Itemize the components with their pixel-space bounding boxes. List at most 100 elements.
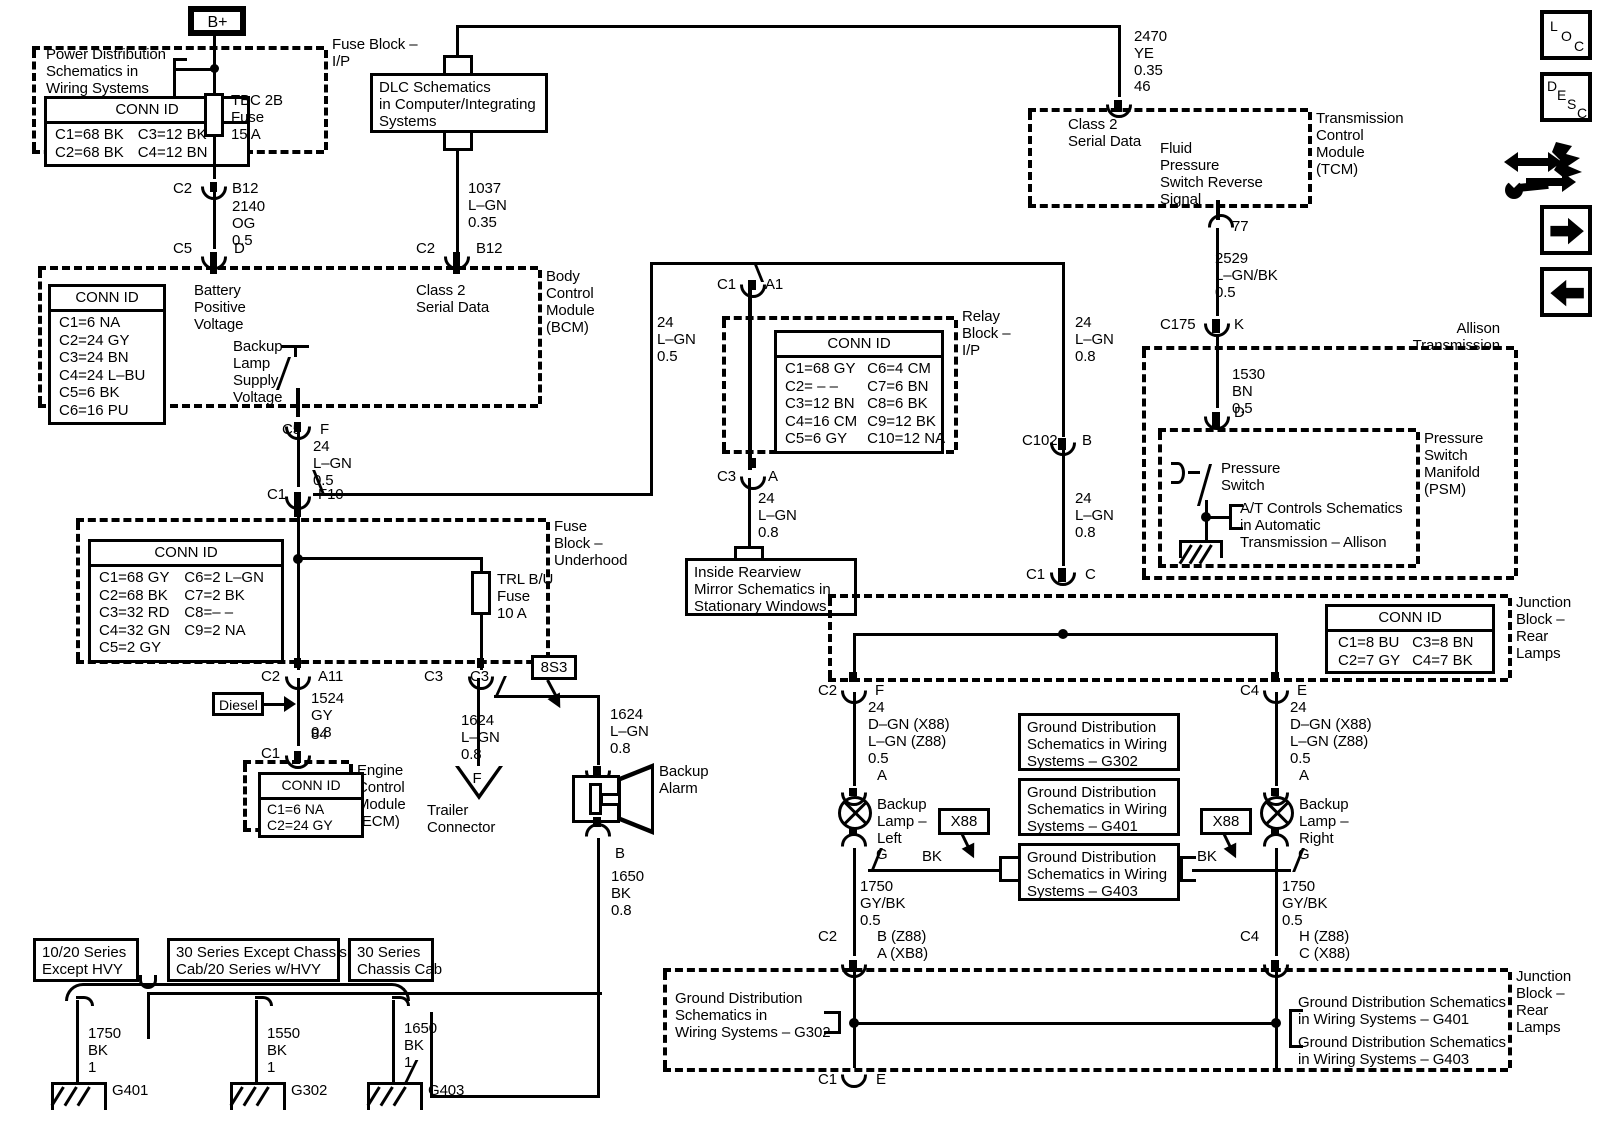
trailer-pin-label: F	[472, 770, 482, 787]
bk-right-bracket-t	[1180, 856, 1196, 859]
connector-c175-stub	[1212, 319, 1220, 333]
jb-bot-label: Junction Block – Rear Lamps	[1516, 968, 1572, 1036]
connector-c2-bcm-label: C2	[416, 240, 435, 257]
power-distribution-ref[interactable]: Power Distribution Schematics in Wiring …	[46, 46, 166, 97]
desc-letter-e: E	[1557, 87, 1567, 103]
connector-lamp-right-top-stub	[1271, 788, 1279, 796]
conn-id-col-right: C3=8 BN C4=7 BK	[1412, 634, 1474, 669]
pressure-switch-dash	[1188, 471, 1200, 474]
dlc-schematics-ref[interactable]: DLC Schematics in Computer/Integrating S…	[370, 73, 548, 133]
wire-1524	[297, 678, 300, 746]
wire-dlc-top-run	[456, 25, 1121, 28]
backup-lamp-right	[1260, 796, 1294, 830]
ground-g401-symbol	[50, 1082, 107, 1112]
loc-letter-c: C	[1574, 38, 1585, 54]
pin-a-left-label: A	[877, 767, 887, 784]
wire-24-lamp-left	[853, 692, 856, 786]
ecm-outline-top	[243, 760, 349, 764]
wire-1750-left-spec: 1750 GY/BK 0.5	[860, 878, 906, 929]
wire-2529-spec: 2529 L–GN/BK 0.5	[1215, 250, 1278, 301]
gd-g403-mid-ref[interactable]: Ground Distribution Schematics in Wiring…	[1018, 843, 1180, 901]
series-30-cab-box: 30 Series Chassis Cab	[348, 938, 442, 982]
pin-f-label: F	[320, 421, 330, 438]
pin-a-right-label: A	[1299, 767, 1309, 784]
bcm-conn-id: CONN ID C1=6 NA C2=24 GY C3=24 BN C4=24 …	[48, 284, 166, 425]
conn-id-col-right: C6=4 CM C7=6 BN C8=6 BK C9=12 BK C10=12 …	[867, 360, 946, 447]
connector-c2-a11-label: C2	[261, 668, 280, 685]
connector-c4-e-right-stub	[1271, 672, 1279, 682]
gd-g401-mid-ref[interactable]: Ground Distribution Schematics in Wiring…	[1018, 778, 1180, 836]
allison-outline-right	[1514, 350, 1518, 576]
loc-button[interactable]: L O C	[1540, 10, 1592, 60]
splice-dot-jb	[1058, 629, 1068, 639]
g403-bracket-b	[1289, 1045, 1303, 1048]
wire-1750-g401-spec: 1750 BK 1	[88, 1025, 121, 1076]
fuse-block-uh-label: Fuse Block – Underhood	[554, 518, 628, 569]
jb-top-outline-left	[828, 598, 832, 678]
wire-uh-branch-v	[480, 557, 483, 572]
connector-c5-stub	[210, 252, 217, 274]
gd-g401-bot-ref[interactable]: Ground Distribution Schematics in Wiring…	[1298, 994, 1506, 1028]
dlc-bracket-top-l	[443, 55, 446, 73]
connector-c1-c-label: C1	[1026, 566, 1045, 583]
wire-1624-trailer	[477, 678, 480, 766]
mirror-bracket-h	[734, 546, 764, 549]
gd-g302-mid-ref[interactable]: Ground Distribution Schematics in Wiring…	[1018, 713, 1180, 771]
pd-bracket-lead	[173, 68, 215, 71]
jb-bot-outline-left	[663, 972, 667, 1068]
g302-bracket-t	[824, 1011, 840, 1014]
next-button[interactable]	[1540, 205, 1592, 255]
bcm-switch-stem	[294, 345, 297, 357]
tcm-outline-left	[1028, 112, 1032, 204]
at-bracket-lead	[1205, 516, 1231, 519]
desc-letter-c: C	[1577, 105, 1588, 121]
psm-ground-symbol	[1178, 540, 1223, 565]
wrench-arrows-icon[interactable]	[1496, 138, 1592, 200]
x88-right-arrow-head	[1223, 842, 1243, 862]
wire-24-c1c-spec: 24 L–GN 0.8	[1075, 490, 1114, 541]
desc-button[interactable]: D E S C	[1540, 72, 1592, 122]
bk-left-bracket-b	[999, 879, 1019, 882]
connector-lamp-right-bottom	[1263, 833, 1289, 848]
wire-24-mirror-spec: 24 L–GN 0.8	[758, 490, 797, 541]
wire-24-mirror	[748, 478, 751, 546]
connector-c2-left-label: C2	[818, 682, 837, 699]
dlc-bracket-top-r	[470, 55, 473, 73]
wire-24-c102-spec: 24 L–GN 0.8	[1075, 314, 1114, 365]
connector-c2-left-bot-label: C2	[818, 928, 837, 945]
wire-2470	[1118, 25, 1121, 97]
psm-label: Pressure Switch Manifold (PSM)	[1424, 430, 1484, 498]
conn-id-col-right: C6=2 L–GN C7=2 BK C8=– – C9=2 NA	[184, 569, 264, 639]
wire-c102-top	[1062, 262, 1065, 437]
backup-lamp-left	[838, 796, 872, 830]
wire-1037-spec: 1037 L–GN 0.35	[468, 180, 507, 231]
wire-1530	[1216, 334, 1219, 408]
trl-bu-fuse	[471, 571, 491, 615]
gd-g403-bot-ref[interactable]: Ground Distribution Schematics in Wiring…	[1298, 1034, 1506, 1068]
jb-bot-outline-bottom	[663, 1068, 1508, 1072]
wire-jb-bot-bus	[853, 1022, 1278, 1025]
conn-id-col-left: C1=6 NA C2=24 GY	[267, 801, 333, 833]
relay-block-outline-top	[722, 316, 954, 320]
previous-button[interactable]	[1540, 267, 1592, 317]
at-controls-ref[interactable]: A/T Controls Schematics in Automatic Tra…	[1240, 500, 1403, 551]
psm-outline-bottom	[1158, 564, 1416, 568]
conn-id-col-left: C1=6 NA C2=24 GY C3=24 BN C4=24 L–BU C5=…	[59, 314, 146, 419]
connector-c3-label: C3	[424, 668, 443, 685]
connector-1530-d-stub	[1212, 412, 1220, 428]
conn-id-header: CONN ID	[1328, 607, 1492, 632]
splice-dot-jb-bot-left	[849, 1018, 859, 1028]
connector-c3-c2-stub	[477, 658, 484, 668]
wire-uh-branch-h	[297, 557, 483, 560]
psm-outline-right	[1416, 432, 1420, 564]
pin-b-alarm-label: B	[615, 845, 625, 862]
wire-relay-internal	[748, 288, 752, 470]
series-30-exc-box: 30 Series Except Chassis Cab/20 Series w…	[167, 938, 347, 982]
jb-top-label: Junction Block – Rear Lamps	[1516, 594, 1572, 662]
gd-g302-bot-ref-text[interactable]: Ground Distribution Schematics in Wiring…	[675, 990, 831, 1041]
pin-a11-label: A11	[318, 668, 344, 685]
diesel-arrow-shaft	[264, 703, 286, 706]
wire-24-right-spec: 24 D–GN (X88) L–GN (Z88) 0.5	[1290, 699, 1372, 767]
b-plus-source: B+	[188, 6, 246, 36]
fuse-block-ip-outline-left	[32, 50, 36, 150]
